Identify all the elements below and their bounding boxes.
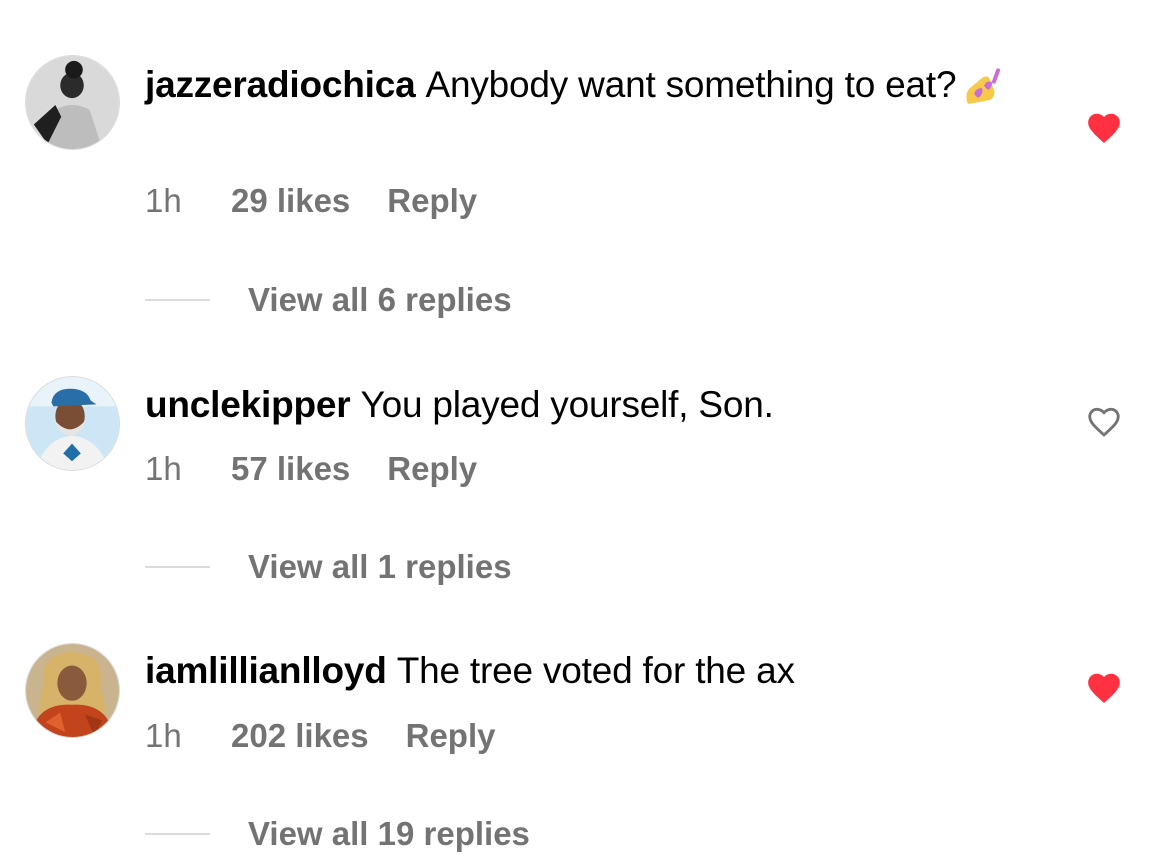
view-replies-button[interactable]: View all 19 replies — [145, 814, 530, 854]
comment-meta: 1h 202 likes Reply — [145, 716, 496, 756]
likes-count[interactable]: 57 likes — [231, 449, 350, 489]
reply-button[interactable]: Reply — [387, 449, 477, 489]
comment-body: You played yourself, Son. — [360, 384, 774, 425]
comment-body: The tree voted for the ax — [396, 650, 795, 691]
comment-meta: 1h 57 likes Reply — [145, 449, 477, 489]
avatar[interactable] — [25, 376, 120, 471]
timestamp: 1h — [145, 182, 182, 219]
like-heart-icon[interactable] — [1085, 109, 1123, 147]
divider-line — [145, 299, 210, 301]
reply-button[interactable]: Reply — [406, 716, 496, 756]
timestamp: 1h — [145, 450, 182, 487]
view-replies-button[interactable]: View all 1 replies — [145, 547, 512, 587]
avatar-image — [26, 644, 119, 737]
likes-count[interactable]: 202 likes — [231, 716, 369, 756]
nail-polish-emoji-icon — [966, 68, 1001, 105]
view-replies-label: View all 19 replies — [248, 815, 530, 852]
comment-text: jazzeradiochica Anybody want something to… — [145, 58, 1055, 111]
likes-count[interactable]: 29 likes — [231, 181, 350, 221]
comment-text: iamlillianlloyd The tree voted for the ax — [145, 644, 1055, 697]
username[interactable]: jazzeradiochica — [145, 64, 416, 105]
like-heart-icon[interactable] — [1085, 669, 1123, 707]
avatar-image — [26, 56, 119, 149]
comment-body: Anybody want something to eat? — [425, 64, 957, 105]
avatar-image — [26, 377, 119, 470]
avatar[interactable] — [25, 55, 120, 150]
comments-list: jazzeradiochica Anybody want something to… — [0, 0, 1170, 863]
divider-line — [145, 566, 210, 568]
view-replies-button[interactable]: View all 6 replies — [145, 280, 512, 320]
reply-button[interactable]: Reply — [387, 181, 477, 221]
divider-line — [145, 833, 210, 835]
avatar[interactable] — [25, 643, 120, 738]
timestamp: 1h — [145, 717, 182, 754]
comment-meta: 1h 29 likes Reply — [145, 181, 477, 221]
comment-text: unclekipper You played yourself, Son. — [145, 378, 1055, 431]
username[interactable]: iamlillianlloyd — [145, 650, 387, 691]
view-replies-label: View all 6 replies — [248, 281, 512, 318]
view-replies-label: View all 1 replies — [248, 548, 512, 585]
like-heart-outline-icon[interactable] — [1085, 403, 1123, 441]
username[interactable]: unclekipper — [145, 384, 351, 425]
